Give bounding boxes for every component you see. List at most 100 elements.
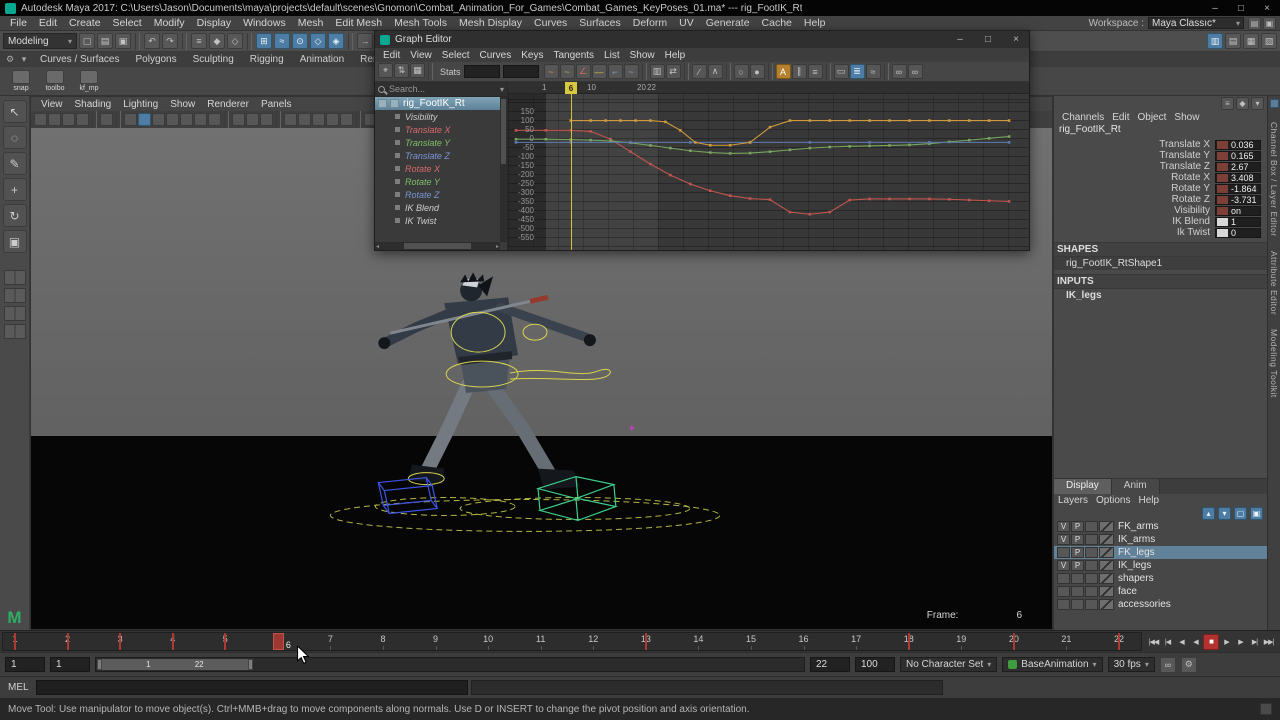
automatic-tangents-icon[interactable]: A <box>776 64 791 79</box>
outliner-vertical-scrollbar[interactable] <box>500 97 507 242</box>
channel-row-visibility[interactable]: Visibilityon <box>1054 205 1267 216</box>
outliner-node-row[interactable]: rig_FootIK_Rt <box>375 97 500 110</box>
channel-row-translate-y[interactable]: Translate Y0.165 <box>1054 150 1267 161</box>
keyframe-tick[interactable] <box>645 633 647 650</box>
curve-keyframe[interactable] <box>629 150 632 153</box>
redo-icon[interactable]: ↷ <box>162 33 178 49</box>
window-minimize-button[interactable]: – <box>1207 3 1223 14</box>
motion-path-curves[interactable] <box>330 498 719 532</box>
layer-playback-toggle[interactable] <box>1071 573 1084 584</box>
outliner-channel-translate-x[interactable]: Translate X <box>375 123 500 136</box>
curve-keyframe[interactable] <box>694 141 697 144</box>
graph-menu-select[interactable]: Select <box>437 50 475 61</box>
lasso-select-tool[interactable]: ◌ <box>3 126 27 149</box>
graph-menu-show[interactable]: Show <box>625 50 660 61</box>
keyframe-tick[interactable] <box>172 633 174 650</box>
break-tangents-icon[interactable]: ∕ <box>692 64 707 79</box>
step-tangents-icon[interactable]: ⌐ <box>608 64 623 79</box>
graph-menu-edit[interactable]: Edit <box>378 50 405 61</box>
curve-keyframe[interactable] <box>848 199 851 202</box>
layer-playback-toggle[interactable]: P <box>1071 534 1084 545</box>
sidebar-tab-channel-box-layer-editor[interactable]: Channel Box / Layer Editor <box>1269 122 1279 237</box>
resolution-gate-icon[interactable] <box>284 113 297 126</box>
new-scene-icon[interactable]: ▢ <box>79 33 95 49</box>
two-pane-layout-button[interactable] <box>4 288 26 303</box>
step-back-key-button[interactable]: |◀ <box>1161 634 1174 650</box>
play-backwards-button[interactable]: ◀ <box>1189 634 1202 650</box>
curve-keyframe[interactable] <box>828 119 831 122</box>
image-plane-icon[interactable] <box>100 113 113 126</box>
layer-playback-toggle[interactable]: P <box>1071 560 1084 571</box>
channel-value-field[interactable]: 0.165 <box>1215 151 1261 161</box>
curve-keyframe[interactable] <box>928 141 931 144</box>
field-chart-icon[interactable] <box>312 113 325 126</box>
curve-keyframe[interactable] <box>809 119 812 122</box>
smooth-shade-display-icon[interactable] <box>138 113 151 126</box>
channel-slider-mode-icon[interactable]: ≡ <box>1221 97 1234 110</box>
curve-keyframe[interactable] <box>545 129 548 132</box>
channel-value-field[interactable]: 1 <box>1215 217 1261 227</box>
channel-value-field[interactable]: 3.408 <box>1215 173 1261 183</box>
curve-keyframe[interactable] <box>928 198 931 201</box>
swap-buffer-curve-icon[interactable]: ⇄ <box>666 64 681 79</box>
window-maximize-button[interactable]: □ <box>1233 3 1249 14</box>
curve-keyframe[interactable] <box>689 183 692 186</box>
make-live-icon[interactable]: ◈ <box>328 33 344 49</box>
layer-visibility-toggle[interactable] <box>1057 547 1070 558</box>
shelf-item-snap[interactable]: snap <box>6 70 36 92</box>
layer-display-type-toggle[interactable] <box>1085 573 1098 584</box>
create-empty-layer-icon[interactable]: ▢ <box>1234 507 1247 520</box>
graph-menu-curves[interactable]: Curves <box>475 50 517 61</box>
channel-row-ik-twist[interactable]: Ik Twist0 <box>1054 227 1267 238</box>
curve-keyframe[interactable] <box>669 174 672 177</box>
menu-edit-mesh[interactable]: Edit Mesh <box>329 17 388 29</box>
layer-row-shapers[interactable]: shapers <box>1054 572 1267 585</box>
curve-keyframe[interactable] <box>1008 119 1011 122</box>
graph-editor-close-button[interactable]: × <box>1008 34 1024 45</box>
channel-row-translate-z[interactable]: Translate Z2.67 <box>1054 161 1267 172</box>
menu-generate[interactable]: Generate <box>700 17 756 29</box>
curve-keyframe[interactable] <box>669 147 672 150</box>
curve-keyframe[interactable] <box>848 119 851 122</box>
layer-row-fk-legs[interactable]: PFK_legs <box>1054 546 1267 559</box>
curve-keyframe[interactable] <box>589 119 592 122</box>
layer-visibility-toggle[interactable] <box>1057 586 1070 597</box>
scroll-left-icon[interactable]: ◂ <box>376 243 379 250</box>
channel-value-field[interactable]: -1.864 <box>1215 184 1261 194</box>
keyframe-tick[interactable] <box>67 633 69 650</box>
command-language-toggle[interactable]: MEL <box>8 682 36 693</box>
select-tool[interactable]: ↖ <box>3 100 27 123</box>
input-connections-icon[interactable]: → <box>357 33 373 49</box>
panel-menu-renderer[interactable]: Renderer <box>201 99 255 110</box>
curve-keyframe[interactable] <box>749 152 752 155</box>
curve-keyframe[interactable] <box>908 119 911 122</box>
graph-editor-minimize-button[interactable]: – <box>952 34 968 45</box>
graph-editor-maximize-button[interactable]: □ <box>980 34 996 45</box>
sidebar-tab-modeling-toolkit[interactable]: Modeling Toolkit <box>1269 329 1279 398</box>
graph-menu-help[interactable]: Help <box>660 50 691 61</box>
textured-display-icon[interactable] <box>152 113 165 126</box>
snap-to-curve-icon[interactable]: ≈ <box>274 33 290 49</box>
curve-keyframe[interactable] <box>948 119 951 122</box>
locator-point[interactable] <box>629 425 635 431</box>
layer-editor-tab-display[interactable]: Display <box>1054 479 1112 494</box>
outliner-channel-ik-twist[interactable]: IK Twist <box>375 214 500 227</box>
save-scene-icon[interactable]: ▣ <box>115 33 131 49</box>
outliner-channel-rotate-x[interactable]: Rotate X <box>375 162 500 175</box>
curve-keyframe[interactable] <box>689 141 692 144</box>
select-by-object-icon[interactable]: ◆ <box>209 33 225 49</box>
scroll-right-icon[interactable]: ▸ <box>496 243 499 250</box>
unify-tangents-icon[interactable]: ∧ <box>708 64 723 79</box>
curve-keyframe[interactable] <box>968 199 971 202</box>
command-input[interactable] <box>36 680 468 695</box>
curve-keyframe[interactable] <box>809 213 812 216</box>
move-tool[interactable]: + <box>3 178 27 201</box>
graph-menu-view[interactable]: View <box>405 50 437 61</box>
menu-mesh[interactable]: Mesh <box>292 17 330 29</box>
curve-keyframe[interactable] <box>789 119 792 122</box>
anim-layer-select[interactable]: BaseAnimation ▾ <box>1002 657 1102 672</box>
menu-mesh-tools[interactable]: Mesh Tools <box>388 17 453 29</box>
flat-tangents-icon[interactable]: — <box>592 64 607 79</box>
film-gate-icon[interactable] <box>298 113 311 126</box>
layer-menu-options[interactable]: Options <box>1096 495 1138 506</box>
